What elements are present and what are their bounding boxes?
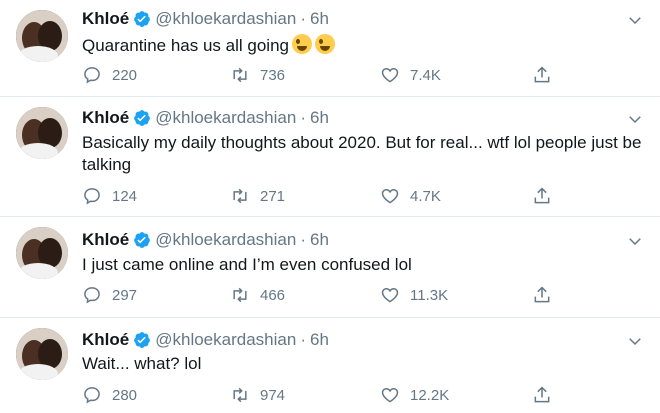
retweet-count: 736 (260, 66, 286, 84)
retweet-count: 974 (260, 386, 286, 404)
reply-icon (84, 188, 100, 205)
retweet-icon (233, 387, 247, 403)
user-handle[interactable]: @khloekardashian (155, 9, 296, 29)
reply-icon (84, 287, 100, 304)
tweet-feed: Khloé @khloekardashian · 6h Quarantine h… (0, 0, 660, 413)
chevron-down-icon[interactable] (626, 332, 644, 350)
timestamp[interactable]: 6h (310, 9, 329, 29)
tweet[interactable]: Khloé @khloekardashian · 6h Wait... what… (0, 318, 660, 413)
avatar[interactable] (16, 328, 68, 380)
user-handle[interactable]: @khloekardashian (155, 230, 296, 250)
separator-dot: · (300, 108, 306, 127)
like-count: 12.2K (410, 386, 450, 404)
chevron-down-icon[interactable] (626, 110, 644, 128)
reply-icon (84, 387, 100, 404)
verified-badge-icon (134, 110, 151, 126)
share-button[interactable] (532, 185, 552, 207)
retweet-button[interactable]: 466 (230, 284, 285, 306)
retweet-button[interactable]: 271 (230, 185, 285, 207)
like-button[interactable]: 7.4K (380, 64, 441, 86)
like-count: 4.7K (410, 187, 441, 205)
tweet-text: Basically my daily thoughts about 2020. … (82, 133, 642, 174)
verified-badge-icon (134, 11, 151, 27)
tweet-text: Wait... what? lol (82, 354, 202, 373)
avatar[interactable] (16, 107, 68, 159)
retweet-button[interactable]: 736 (230, 64, 285, 86)
tweet-actions: 124 271 4.7K (82, 185, 562, 207)
retweet-icon (233, 188, 247, 204)
tweet[interactable]: Khloé @khloekardashian · 6h Quarantine h… (0, 0, 660, 97)
reply-icon (84, 67, 100, 84)
zany-face-emoji (314, 34, 335, 54)
avatar[interactable] (16, 10, 68, 62)
display-name[interactable]: Khloé (82, 230, 129, 250)
user-handle[interactable]: @khloekardashian (155, 330, 296, 350)
tweet-text: Quarantine has us all going (82, 36, 289, 55)
reply-button[interactable]: 124 (82, 185, 137, 207)
reply-count: 220 (112, 66, 138, 84)
verified-badge-icon (134, 232, 151, 248)
reply-count: 124 (112, 187, 138, 205)
share-icon (534, 286, 550, 303)
display-name[interactable]: Khloé (82, 108, 129, 128)
chevron-down-icon[interactable] (626, 11, 644, 29)
share-button[interactable] (532, 64, 552, 86)
reply-count: 280 (112, 386, 138, 404)
tweet-text: I just came online and I’m even confused… (82, 255, 412, 274)
zany-face-emoji (291, 34, 312, 54)
share-button[interactable] (532, 284, 552, 306)
retweet-icon (233, 67, 247, 83)
tweet-actions: 297 466 11.3K (82, 284, 562, 306)
reply-count: 297 (112, 286, 138, 304)
verified-badge-icon (134, 332, 151, 348)
timestamp[interactable]: 6h (310, 330, 329, 350)
like-count: 11.3K (410, 286, 449, 304)
display-name[interactable]: Khloé (82, 330, 129, 350)
reply-button[interactable]: 297 (82, 284, 137, 306)
heart-icon (381, 287, 399, 303)
timestamp[interactable]: 6h (310, 108, 329, 128)
user-handle[interactable]: @khloekardashian (155, 108, 296, 128)
reply-button[interactable]: 280 (82, 384, 137, 406)
retweet-count: 466 (260, 286, 286, 304)
heart-icon (381, 188, 399, 204)
separator-dot: · (300, 9, 306, 28)
share-button[interactable] (532, 384, 552, 406)
timestamp[interactable]: 6h (310, 230, 329, 250)
heart-icon (381, 67, 399, 83)
retweet-count: 271 (260, 187, 286, 205)
share-icon (534, 66, 550, 83)
like-count: 7.4K (410, 66, 441, 84)
display-name[interactable]: Khloé (82, 9, 129, 29)
share-icon (534, 187, 550, 204)
chevron-down-icon[interactable] (626, 232, 644, 250)
share-icon (534, 386, 550, 403)
retweet-button[interactable]: 974 (230, 384, 285, 406)
heart-icon (381, 387, 399, 403)
tweet[interactable]: Khloé @khloekardashian · 6h I just came … (0, 217, 660, 318)
tweet-actions: 220 736 7.4K (82, 64, 562, 86)
like-button[interactable]: 11.3K (380, 284, 448, 306)
reply-button[interactable]: 220 (82, 64, 137, 86)
tweet[interactable]: Khloé @khloekardashian · 6h Basically my… (0, 97, 660, 217)
like-button[interactable]: 4.7K (380, 185, 441, 207)
retweet-icon (233, 287, 247, 303)
separator-dot: · (300, 230, 306, 249)
separator-dot: · (300, 330, 306, 349)
like-button[interactable]: 12.2K (380, 384, 449, 406)
tweet-actions: 280 974 12.2K (82, 384, 562, 406)
avatar[interactable] (16, 227, 68, 279)
